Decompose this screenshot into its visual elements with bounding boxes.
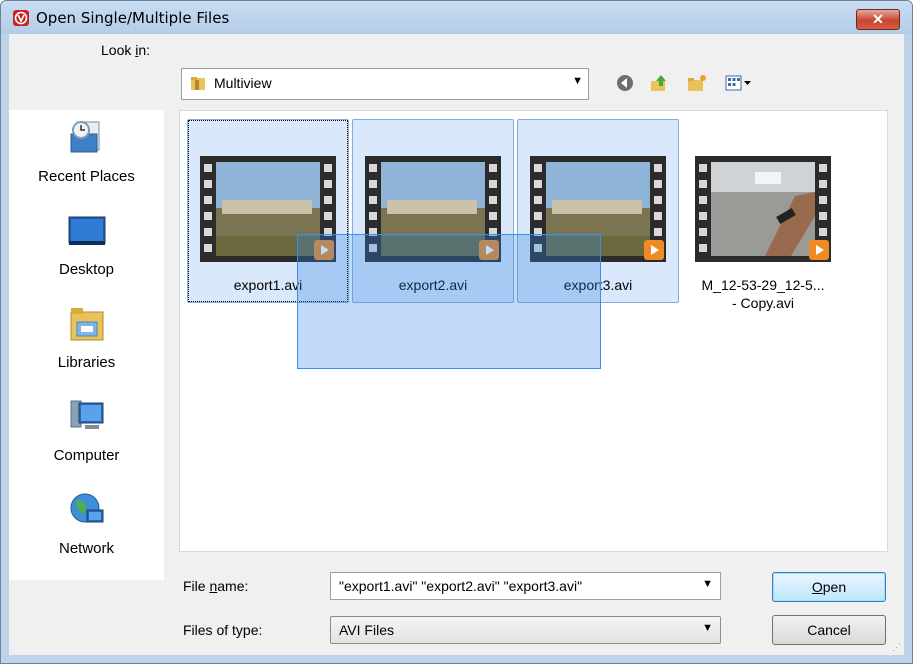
network-icon <box>70 493 104 523</box>
place-recent-places[interactable]: Recent Places <box>9 110 164 200</box>
file-type-select[interactable]: AVI Files ▼ <box>330 616 721 644</box>
computer-icon <box>70 400 104 429</box>
places-bar: Recent Places Desktop Libraries Computer… <box>9 110 164 580</box>
file-item-copy[interactable]: M_12-53-29_12-5... - Copy.avi <box>682 119 844 311</box>
selection-marquee <box>297 234 601 369</box>
place-label: Desktop <box>58 261 115 278</box>
video-thumbnail-icon <box>695 156 831 262</box>
place-label: Recent Places <box>38 168 135 185</box>
up-folder-icon[interactable] <box>649 73 669 93</box>
chevron-down-icon[interactable]: ▼ <box>702 578 713 590</box>
place-label: Network <box>58 540 114 557</box>
title-bar[interactable]: Open Single/Multiple Files ✕ <box>1 1 912 34</box>
view-menu-icon[interactable] <box>725 73 753 93</box>
open-button[interactable]: Open <box>772 572 886 602</box>
look-in-value: Multiview <box>214 75 272 91</box>
back-icon[interactable] <box>615 73 635 93</box>
look-in-combobox[interactable]: Multiview ▼ <box>181 68 589 100</box>
place-desktop[interactable]: Desktop <box>9 203 164 293</box>
chevron-down-icon[interactable]: ▼ <box>572 75 583 87</box>
place-network[interactable]: Network <box>9 482 164 572</box>
close-button[interactable]: ✕ <box>856 9 900 30</box>
cancel-button[interactable]: Cancel <box>772 615 886 645</box>
file-name-input[interactable]: "export1.avi" "export2.avi" "export3.avi… <box>330 572 721 600</box>
close-icon: ✕ <box>872 11 884 27</box>
file-type-value: AVI Files <box>339 622 394 638</box>
app-logo-icon <box>13 10 29 26</box>
desktop-icon <box>68 216 106 245</box>
new-folder-icon[interactable] <box>687 73 707 93</box>
place-label: Libraries <box>57 354 116 371</box>
open-file-dialog: Open Single/Multiple Files ✕ Look in: Mu… <box>0 0 913 664</box>
place-label: Computer <box>53 447 120 464</box>
recent-places-icon <box>70 121 100 153</box>
file-name-label: File name: <box>183 578 249 594</box>
chevron-down-icon[interactable]: ▼ <box>702 622 713 634</box>
place-computer[interactable]: Computer <box>9 389 164 479</box>
libraries-icon <box>70 308 104 341</box>
window-title: Open Single/Multiple Files <box>36 9 230 27</box>
file-name-label: M_12-53-29_12-5... - Copy.avi <box>701 277 825 311</box>
file-type-label: Files of type: <box>183 622 263 638</box>
resize-grip-icon[interactable]: ⋰ <box>892 642 902 653</box>
look-in-label: Look in: <box>101 42 151 58</box>
place-libraries[interactable]: Libraries <box>9 296 164 386</box>
file-name-value: "export1.avi" "export2.avi" "export3.avi… <box>339 578 583 594</box>
folder-icon <box>191 77 205 90</box>
